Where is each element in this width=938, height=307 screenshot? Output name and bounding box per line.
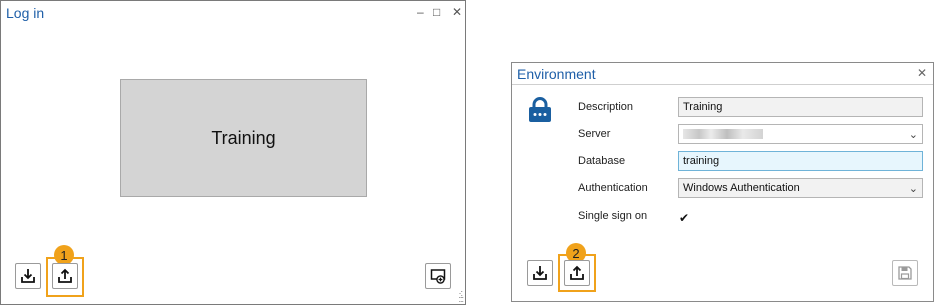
description-label: Description bbox=[578, 101, 634, 113]
description-input[interactable] bbox=[678, 97, 923, 117]
sso-checkbox[interactable]: ✔ bbox=[679, 211, 693, 225]
import-button[interactable] bbox=[527, 260, 553, 286]
login-window-title: Log in bbox=[6, 5, 45, 21]
upload-icon bbox=[58, 268, 72, 283]
login-window: Log in ‒ □ ✕ Training 1 ·:::: bbox=[0, 0, 466, 305]
export-button[interactable] bbox=[564, 260, 590, 286]
database-input[interactable] bbox=[678, 151, 923, 171]
authentication-label: Authentication bbox=[578, 182, 648, 194]
add-monitor-icon bbox=[430, 269, 446, 284]
download-icon bbox=[533, 266, 547, 280]
authentication-value: Windows Authentication bbox=[683, 182, 800, 194]
dialog-title: Environment bbox=[517, 66, 596, 82]
database-label: Database bbox=[578, 155, 626, 167]
upload-icon bbox=[570, 265, 584, 280]
minimize-button[interactable]: ‒ bbox=[417, 5, 424, 19]
import-button[interactable] bbox=[15, 263, 41, 289]
server-label: Server bbox=[578, 128, 611, 140]
dialog-close-button[interactable]: ✕ bbox=[917, 66, 927, 80]
close-button[interactable]: ✕ bbox=[452, 5, 462, 19]
environment-tile-label: Training bbox=[211, 127, 276, 148]
lock-icon bbox=[529, 97, 551, 122]
save-icon bbox=[898, 266, 912, 280]
chevron-down-icon: ⌄ bbox=[908, 129, 918, 141]
step-badge-1: 1 bbox=[54, 245, 74, 265]
sso-label: Single sign on bbox=[578, 210, 648, 222]
save-button[interactable] bbox=[892, 260, 918, 286]
server-value-redacted bbox=[683, 129, 763, 139]
dialog-titlebar: Environment ✕ bbox=[512, 63, 933, 85]
resize-grip-icon[interactable]: ·:::: bbox=[458, 289, 463, 304]
export-button[interactable] bbox=[52, 263, 78, 289]
environment-tile[interactable]: Training bbox=[120, 79, 367, 197]
chevron-down-icon: ⌄ bbox=[908, 183, 918, 195]
authentication-select[interactable]: Windows Authentication ⌄ bbox=[678, 178, 923, 198]
environment-dialog: Environment ✕ Description Server ⌄ Datab… bbox=[511, 62, 934, 302]
maximize-button[interactable]: □ bbox=[433, 5, 440, 19]
download-icon bbox=[21, 269, 35, 283]
server-select[interactable]: ⌄ bbox=[678, 124, 923, 144]
add-environment-button[interactable] bbox=[425, 263, 451, 289]
